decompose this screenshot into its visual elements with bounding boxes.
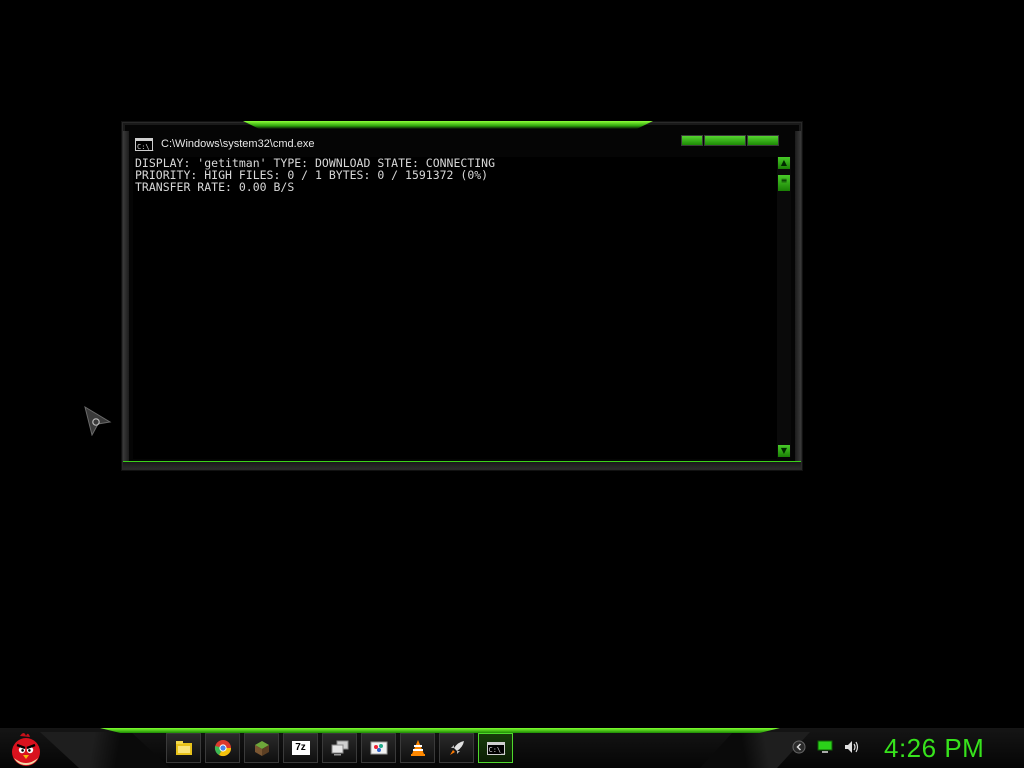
taskbar-7zip-button[interactable]: 7z bbox=[283, 733, 318, 763]
vlc-icon bbox=[410, 740, 425, 756]
network-icon[interactable] bbox=[816, 740, 834, 754]
cmd-window[interactable]: C:\_ C:\Windows\system32\cmd.exe DISPLAY… bbox=[122, 121, 802, 470]
console-line: TRANSFER RATE: 0.00 B/S bbox=[135, 180, 295, 194]
taskbar-items: 7z C:\_ bbox=[166, 733, 513, 763]
vertical-scrollbar[interactable]: ▲ ≡ ▼ bbox=[777, 157, 791, 457]
window-controls bbox=[681, 135, 779, 146]
start-button[interactable] bbox=[6, 730, 46, 768]
cmd-icon: C:\_ bbox=[486, 741, 505, 755]
desktop[interactable]: C:\_ C:\Windows\system32\cmd.exe DISPLAY… bbox=[0, 0, 1024, 768]
notification-icon[interactable] bbox=[792, 740, 806, 754]
window-title: C:\Windows\system32\cmd.exe bbox=[161, 138, 315, 150]
close-button[interactable] bbox=[747, 135, 779, 146]
scroll-thumb[interactable]: ≡ bbox=[778, 175, 790, 191]
taskbar-shade-left bbox=[40, 732, 170, 768]
maximize-button[interactable] bbox=[704, 135, 746, 146]
mouse-cursor-icon bbox=[84, 406, 112, 436]
window-titlebar[interactable]: C:\_ C:\Windows\system32\cmd.exe bbox=[131, 131, 793, 157]
console-output[interactable]: DISPLAY: 'getitman' TYPE: DOWNLOAD STATE… bbox=[133, 157, 777, 459]
taskbar-paint-button[interactable] bbox=[361, 733, 396, 763]
taskbar-cmd-button[interactable]: C:\_ bbox=[478, 733, 513, 763]
system-tray bbox=[792, 740, 860, 754]
scroll-down-button[interactable]: ▼ bbox=[778, 445, 790, 457]
minimize-button[interactable] bbox=[681, 135, 703, 146]
clock[interactable]: 4:26 PM bbox=[884, 732, 984, 764]
7zip-icon: 7z bbox=[291, 741, 310, 755]
window-top-glow bbox=[243, 121, 653, 129]
folder-icon bbox=[175, 741, 192, 755]
taskbar-vlc-button[interactable] bbox=[400, 733, 435, 763]
paint-icon bbox=[370, 741, 387, 755]
window-left-frame[interactable] bbox=[123, 131, 129, 463]
cmd-icon[interactable]: C:\_ bbox=[135, 137, 154, 151]
taskbar-remote-desktop-button[interactable] bbox=[322, 733, 357, 763]
taskbar-minecraft-button[interactable] bbox=[244, 733, 279, 763]
window-right-frame[interactable] bbox=[795, 131, 801, 463]
chrome-icon bbox=[214, 740, 231, 757]
angry-bird-icon bbox=[12, 733, 40, 766]
remote-desktop-icon bbox=[331, 740, 348, 756]
taskbar-folder-button[interactable] bbox=[166, 733, 201, 763]
taskbar-rocket-button[interactable] bbox=[439, 733, 474, 763]
rocket-icon bbox=[449, 741, 464, 755]
volume-icon[interactable] bbox=[844, 740, 860, 754]
minecraft-icon bbox=[254, 741, 269, 756]
taskbar-chrome-button[interactable] bbox=[205, 733, 240, 763]
window-bottom-frame[interactable] bbox=[123, 461, 801, 469]
scroll-up-button[interactable]: ▲ bbox=[778, 157, 790, 169]
